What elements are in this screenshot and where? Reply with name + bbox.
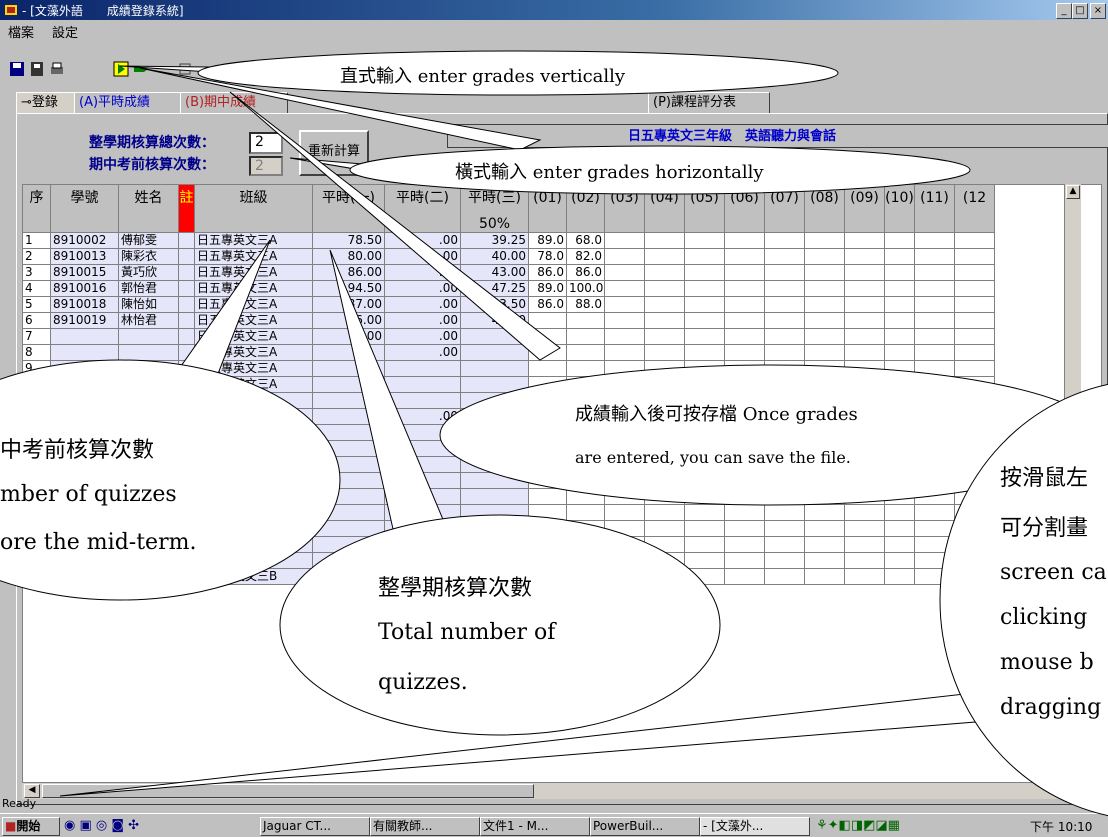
callout-split-line1: 按滑鼠左 — [1000, 466, 1089, 491]
callout-midterm-line3: ore the mid-term. — [0, 530, 197, 555]
callout-vertical: 直式輸入 enter grades vertically — [340, 66, 626, 87]
callout-total-line1: 整學期核算次數 — [378, 576, 533, 601]
callout-midterm-line1: 中考前核算次數 — [0, 438, 155, 463]
callout-split-line5: mouse b — [1000, 650, 1094, 675]
callout-split-line6: dragging — [1000, 695, 1102, 720]
callout-overlay — [0, 50, 1108, 817]
callout-split-line3: screen ca — [1000, 560, 1107, 585]
callout-total-line3: quizzes. — [378, 670, 468, 695]
callout-save-line1: 成績輸入後可按存檔 Once grades — [575, 404, 858, 425]
callout-split-line2: 可分割畫 — [1000, 516, 1089, 541]
callout-split-line4: clicking — [1000, 605, 1088, 630]
callout-save-line2: are entered, you can save the file. — [575, 448, 851, 467]
callout-midterm-line2: mber of quizzes — [0, 482, 177, 507]
callout-horizontal: 橫式輸入 enter grades horizontally — [455, 162, 764, 183]
callout-total-line2: Total number of — [378, 620, 556, 645]
